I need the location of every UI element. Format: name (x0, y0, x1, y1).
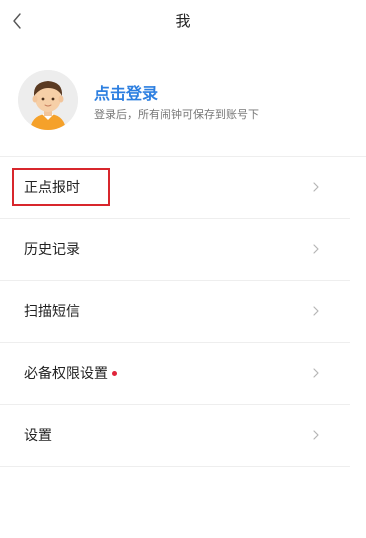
top-bar: 我 (0, 0, 366, 42)
highlight-box (12, 168, 110, 206)
chevron-right-icon (310, 180, 322, 194)
chevron-right-icon (310, 304, 322, 318)
chevron-right-icon (310, 366, 322, 380)
menu-item-scan-sms[interactable]: 扫描短信 (0, 280, 350, 342)
menu-item-label: 历史记录 (24, 242, 80, 258)
menu-item-label: 扫描短信 (24, 304, 80, 320)
chevron-right-icon (310, 242, 322, 256)
notification-dot (112, 370, 117, 376)
menu-item-settings[interactable]: 设置 (0, 404, 350, 466)
menu-item-history[interactable]: 历史记录 (0, 218, 350, 280)
menu-item-permissions[interactable]: 必备权限设置 (0, 342, 350, 404)
login-subtitle: 登录后，所有闹钟可保存到账号下 (94, 108, 259, 121)
profile-page: 我 点击登录 登录后，所有闹钟可保存到账号下 正点报时 历史记录 扫描短信 必备… (0, 0, 366, 538)
menu-item-label-wrap: 必备权限设置 (24, 363, 117, 383)
login-title[interactable]: 点击登录 (94, 80, 158, 104)
menu-item-label: 设置 (24, 428, 52, 444)
login-card[interactable]: 点击登录 登录后，所有闹钟可保存到账号下 (0, 60, 366, 156)
divider (0, 466, 350, 467)
user-avatar-icon (18, 70, 78, 130)
chevron-right-icon (310, 428, 322, 442)
page-title: 我 (175, 12, 191, 30)
menu-item-label: 必备权限设置 (24, 366, 108, 382)
